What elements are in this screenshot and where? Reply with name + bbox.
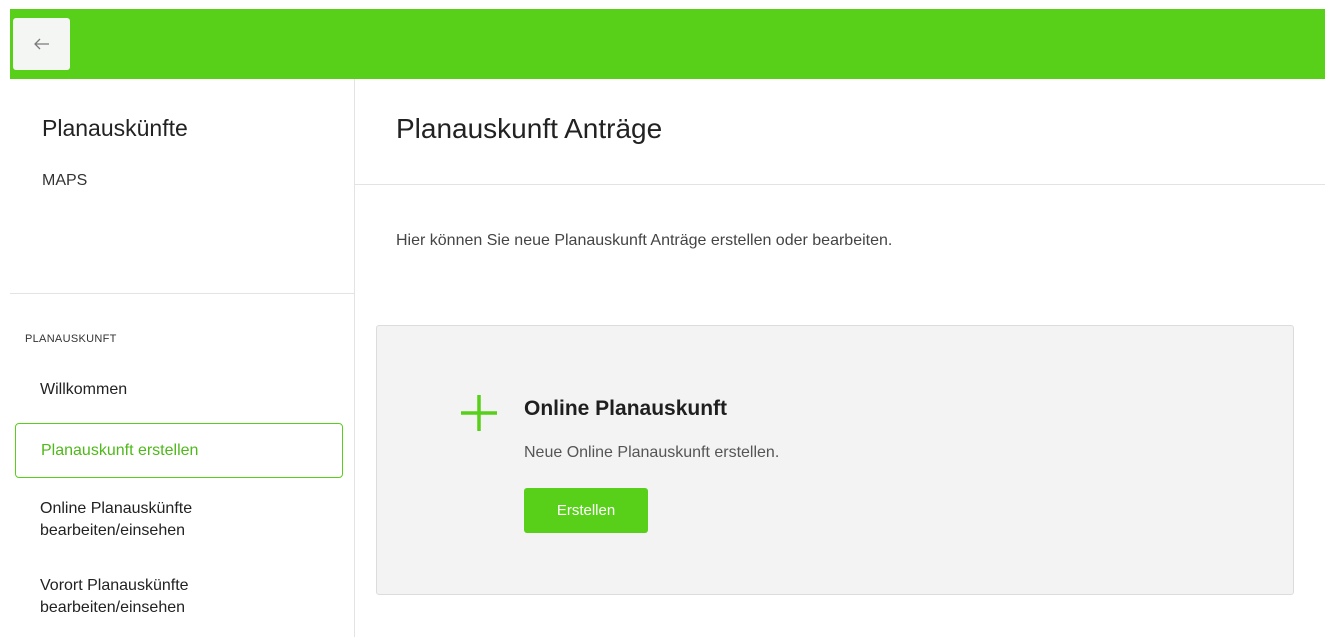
sidebar-header: Planauskünfte MAPS xyxy=(10,79,354,294)
sidebar-item-label: Online Planauskünfte bearbeiten/einsehen xyxy=(40,500,193,539)
sidebar: Planauskünfte MAPS PLANAUSKUNFT Willkomm… xyxy=(10,79,355,637)
back-button[interactable] xyxy=(13,18,70,70)
arrow-left-icon xyxy=(33,38,49,50)
card-description: Neue Online Planauskunft erstellen. xyxy=(524,444,780,461)
app-subtitle: MAPS xyxy=(42,172,88,189)
create-button[interactable]: Erstellen xyxy=(524,488,648,533)
sidebar-item-label: Vorort Planauskünfte bearbeiten/einsehen xyxy=(40,577,189,616)
sidebar-item-planauskunft-erstellen[interactable]: Planauskunft erstellen xyxy=(15,423,343,478)
sidebar-item-vorort-planauskuenfte[interactable]: Vorort Planauskünfte bearbeiten/einsehen xyxy=(15,575,255,619)
main-header: Planauskunft Anträge xyxy=(355,79,1325,185)
page: Planauskünfte MAPS PLANAUSKUNFT Willkomm… xyxy=(0,0,1325,637)
app-title: Planauskünfte xyxy=(42,115,188,141)
page-title: Planauskunft Anträge xyxy=(396,113,663,144)
main-content: Planauskunft Anträge Hier können Sie neu… xyxy=(355,79,1325,637)
top-bar xyxy=(10,9,1325,79)
card-title: Online Planauskunft xyxy=(524,397,728,420)
sidebar-item-willkommen[interactable]: Willkommen xyxy=(15,379,343,401)
intro-text: Hier können Sie neue Planauskunft Anträg… xyxy=(396,232,893,249)
nav-section-label: PLANAUSKUNFT xyxy=(25,333,117,345)
plus-icon xyxy=(461,395,497,431)
sidebar-item-online-planauskuenfte[interactable]: Online Planauskünfte bearbeiten/einsehen xyxy=(15,498,255,542)
sidebar-item-label: Willkommen xyxy=(40,381,128,398)
sidebar-item-label: Planauskunft erstellen xyxy=(41,441,199,459)
online-planauskunft-card: Online Planauskunft Neue Online Planausk… xyxy=(376,325,1294,595)
